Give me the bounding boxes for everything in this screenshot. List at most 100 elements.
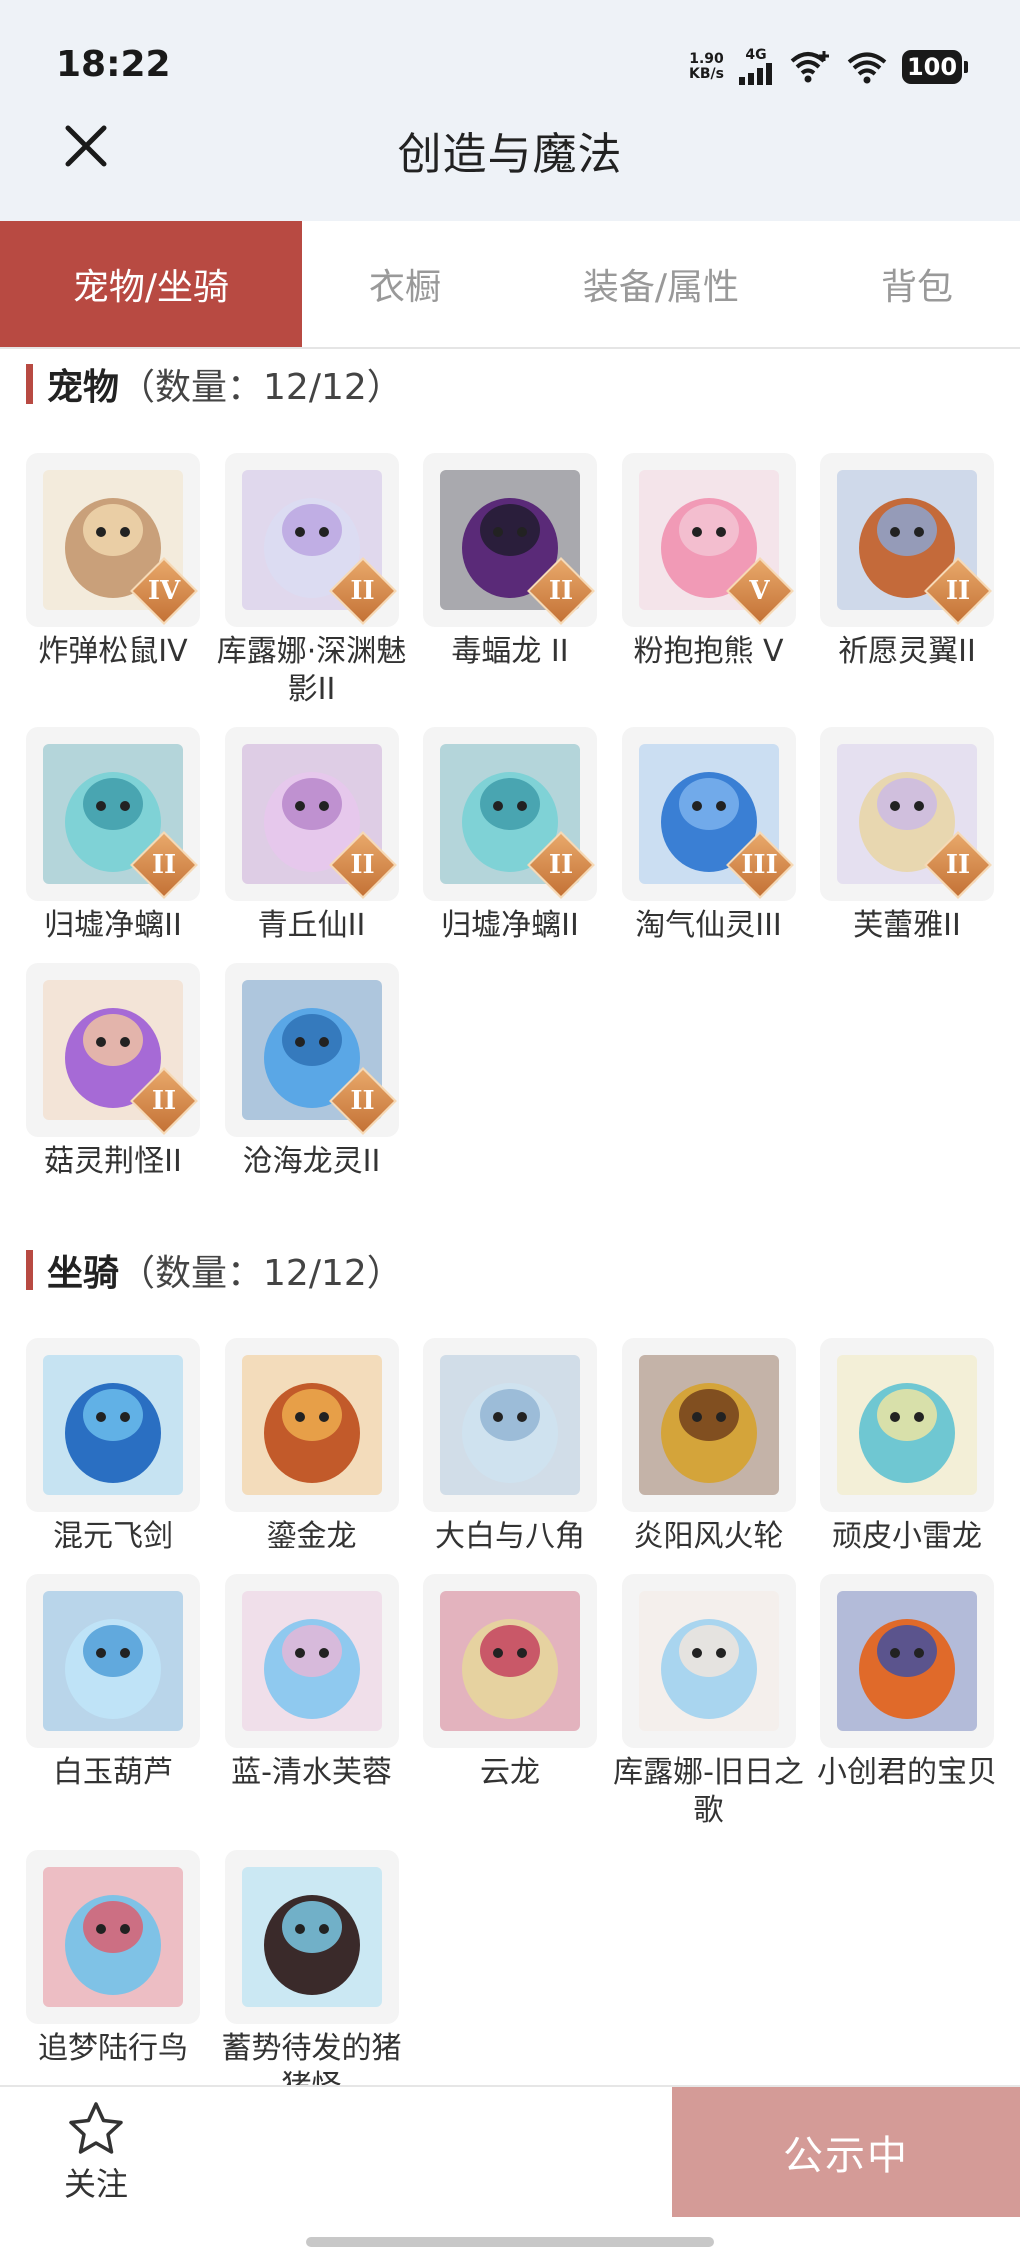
pets-section-count: （数量：12/12） <box>119 367 403 408</box>
public-notice-status-button[interactable]: 公示中 <box>672 2087 1020 2217</box>
pet-card[interactable]: II 菇灵荆怪II <box>26 963 200 1181</box>
follow-button[interactable]: 关注 <box>56 2101 136 2205</box>
mount-card[interactable]: 蓝-清水芙蓉 <box>224 1574 399 1792</box>
network-speed: 1.90 KB/s <box>689 50 724 82</box>
mount-thumbnail <box>224 1338 399 1512</box>
mount-name: 炎阳风火轮 <box>633 1519 784 1554</box>
tab-wardrobe[interactable]: 衣橱 <box>302 221 508 347</box>
wifi-plus-icon <box>790 50 829 82</box>
tab-equipment-attributes[interactable]: 装备/属性 <box>508 221 814 347</box>
section-accent-bar <box>26 364 33 404</box>
pet-name: 沧海龙灵II <box>242 1144 381 1179</box>
pet-thumbnail: II <box>224 727 399 901</box>
pet-name: 菇灵荆怪II <box>44 1144 182 1179</box>
mount-portrait-image <box>638 1591 779 1731</box>
mount-card[interactable]: 大白与八角 <box>423 1338 597 1556</box>
mount-name: 混元飞剑 <box>53 1519 173 1554</box>
pet-card[interactable]: II 祈愿灵翼II <box>820 453 994 671</box>
pet-name: 淘气仙灵III <box>635 908 782 943</box>
network-type-label: 4G <box>745 47 767 63</box>
rank-badge-label: II <box>945 850 971 880</box>
pet-thumbnail: IV <box>26 453 200 627</box>
pet-name: 归墟净螭II <box>441 908 579 943</box>
mount-card[interactable]: 鎏金龙 <box>224 1338 399 1556</box>
mount-card[interactable]: 库露娜-旧日之歌 <box>613 1574 804 1830</box>
mount-portrait-image <box>837 1591 977 1731</box>
mount-name: 小创君的宝贝 <box>817 1755 997 1790</box>
wifi-icon <box>847 52 887 83</box>
rank-badge-label: II <box>151 1086 177 1116</box>
star-outline-icon <box>69 2102 123 2154</box>
cellular-indicator: 4G <box>738 48 774 85</box>
pet-card[interactable]: II 毒蝠龙 II <box>423 453 597 671</box>
mount-name: 鎏金龙 <box>266 1519 357 1554</box>
pet-thumbnail: II <box>224 963 399 1137</box>
signal-bars-icon <box>739 63 772 85</box>
mount-name: 顽皮小雷龙 <box>832 1519 982 1554</box>
mount-name: 追梦陆行鸟 <box>38 2031 188 2066</box>
mount-card[interactable]: 云龙 <box>423 1574 597 1792</box>
rank-badge-label: II <box>548 850 574 880</box>
mount-portrait-image <box>440 1355 580 1495</box>
pet-card[interactable]: II 归墟净螭II <box>26 727 200 945</box>
pet-thumbnail: II <box>26 727 200 901</box>
pet-thumbnail: III <box>621 727 796 901</box>
mounts-section-count: （数量：12/12） <box>119 1253 403 1294</box>
mount-thumbnail <box>820 1574 994 1748</box>
pet-thumbnail: II <box>820 727 994 901</box>
pet-card[interactable]: V 粉抱抱熊 V <box>621 453 796 671</box>
pet-card[interactable]: II 芙蕾雅II <box>820 727 994 945</box>
tab-backpack[interactable]: 背包 <box>814 221 1020 347</box>
pet-name: 芙蕾雅II <box>853 908 961 943</box>
mount-thumbnail <box>26 1338 200 1512</box>
pet-name: 库露娜·深渊魅影II <box>216 634 407 707</box>
pet-name: 毒蝠龙 II <box>451 634 569 669</box>
pet-card[interactable]: II 青丘仙II <box>224 727 399 945</box>
mounts-section-title: 坐骑 <box>47 1253 120 1294</box>
mount-card[interactable]: 小创君的宝贝 <box>817 1574 997 1792</box>
pet-thumbnail: V <box>621 453 796 627</box>
mount-card[interactable]: 追梦陆行鸟 <box>26 1850 200 2068</box>
pet-card[interactable]: II 沧海龙灵II <box>224 963 399 1181</box>
pet-card[interactable]: II 归墟净螭II <box>423 727 597 945</box>
mount-thumbnail <box>423 1338 597 1512</box>
pets-section-header: 宠物 （数量：12/12） <box>26 360 403 408</box>
mount-thumbnail <box>224 1850 399 2024</box>
rank-badge-label: II <box>151 850 177 880</box>
pet-card[interactable]: IV 炸弹松鼠IV <box>26 453 200 671</box>
pet-thumbnail: II <box>423 727 597 901</box>
rank-badge-label: V <box>749 576 770 606</box>
pet-thumbnail: II <box>26 963 200 1137</box>
mount-name: 云龙 <box>480 1755 540 1790</box>
pet-thumbnail: II <box>423 453 597 627</box>
mount-card[interactable]: 炎阳风火轮 <box>621 1338 796 1556</box>
battery-indicator: 100 <box>902 49 968 84</box>
mount-portrait-image <box>241 1867 382 2007</box>
status-time: 18:22 <box>56 44 171 85</box>
mount-card[interactable]: 蓄势待发的猪猪怪 <box>222 1850 402 2106</box>
network-speed-value: 1.90 <box>689 50 724 67</box>
mount-card[interactable]: 顽皮小雷龙 <box>820 1338 994 1556</box>
mount-thumbnail <box>224 1574 399 1748</box>
mount-portrait-image <box>241 1355 382 1495</box>
mount-portrait-image <box>638 1355 779 1495</box>
mount-portrait-image <box>43 1867 183 2007</box>
mount-portrait-image <box>440 1591 580 1731</box>
page-title: 创造与魔法 <box>397 129 623 180</box>
tab-pets-mounts[interactable]: 宠物/坐骑 <box>0 221 302 347</box>
mount-card[interactable]: 混元飞剑 <box>26 1338 200 1556</box>
network-speed-unit: KB/s <box>689 65 724 82</box>
rank-badge-label: II <box>350 1086 375 1116</box>
mount-card[interactable]: 白玉葫芦 <box>26 1574 200 1792</box>
section-accent-bar <box>26 1250 33 1290</box>
home-indicator[interactable] <box>306 2237 714 2247</box>
mount-thumbnail <box>820 1338 994 1512</box>
pet-name: 归墟净螭II <box>44 908 182 943</box>
mount-thumbnail <box>26 1574 200 1748</box>
pet-thumbnail: II <box>224 453 399 627</box>
pet-card[interactable]: II 库露娜·深渊魅影II <box>217 453 406 709</box>
mount-name: 库露娜-旧日之歌 <box>613 1755 804 1828</box>
pet-card[interactable]: III 淘气仙灵III <box>621 727 796 945</box>
mount-name: 白玉葫芦 <box>53 1755 173 1790</box>
status-icons: 1.90 KB/s 4G 100 <box>689 48 968 85</box>
